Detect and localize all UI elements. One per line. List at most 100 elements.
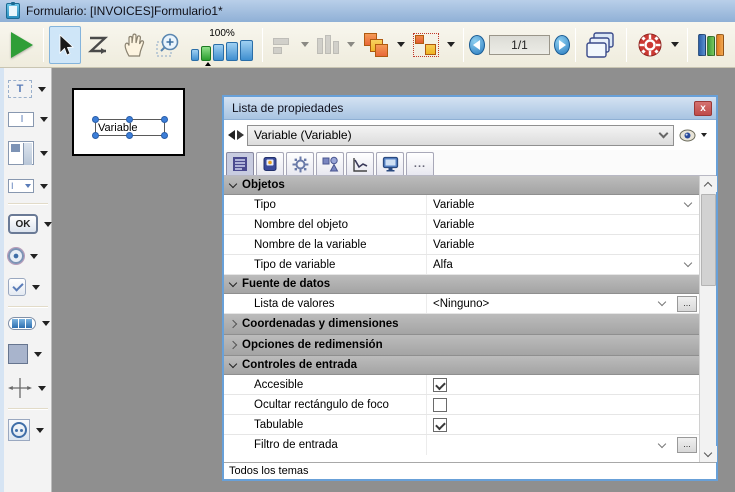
- zoom-bar-400[interactable]: [226, 42, 238, 61]
- object-selector-dropdown[interactable]: Variable (Variable): [247, 125, 674, 146]
- selection-handle-bottom-left[interactable]: [92, 132, 99, 139]
- form-list-button[interactable]: [581, 26, 621, 64]
- tab-book[interactable]: [256, 152, 284, 175]
- view-options-button[interactable]: [677, 129, 712, 142]
- zoom-bar-50[interactable]: [191, 49, 199, 61]
- tab-events[interactable]: [346, 152, 374, 175]
- zoom-bar-200[interactable]: [213, 44, 224, 61]
- tab-display[interactable]: [376, 152, 404, 175]
- listbox-tool-dropdown-arrow[interactable]: [40, 151, 48, 156]
- selection-handle-top-middle[interactable]: [126, 116, 133, 123]
- zoom-bar-100-active[interactable]: [201, 46, 211, 61]
- radio-tool-dropdown-arrow[interactable]: [30, 254, 38, 259]
- splitter-tool-dropdown-arrow[interactable]: [38, 386, 46, 391]
- tab-property-list[interactable]: [226, 152, 254, 175]
- lista-valores-ellipsis-button[interactable]: ...: [677, 296, 697, 312]
- button-tool[interactable]: OK: [8, 214, 52, 234]
- splitter-tool[interactable]: [8, 378, 46, 398]
- property-panel-titlebar[interactable]: Lista de propiedades x: [224, 97, 716, 120]
- input-tool-dropdown-arrow[interactable]: [40, 117, 48, 122]
- text-tool-dropdown-arrow[interactable]: [38, 87, 46, 92]
- nombre-objeto-input[interactable]: Variable: [427, 215, 699, 234]
- selection-handle-top-right[interactable]: [161, 116, 168, 123]
- level-dropdown-arrow[interactable]: [397, 42, 405, 47]
- tab-control-tool[interactable]: [8, 317, 50, 330]
- section-label: Coordenadas y dimensiones: [242, 318, 399, 330]
- scroll-up-button[interactable]: [700, 176, 717, 192]
- execute-form-button[interactable]: [6, 26, 38, 64]
- plugin-area-dropdown-arrow[interactable]: [36, 428, 44, 433]
- next-page-button[interactable]: [554, 35, 570, 55]
- radio-tool[interactable]: [8, 248, 38, 264]
- level-objects-button[interactable]: [358, 26, 394, 64]
- property-label: Tipo: [224, 195, 427, 214]
- gear-icon: [637, 32, 663, 58]
- section-header-controles-entrada[interactable]: Controles de entrada: [224, 356, 699, 375]
- form-editor-window: { "window": { "title": "Formulario: [INV…: [0, 0, 735, 492]
- property-panel-title: Lista de propiedades: [232, 101, 694, 115]
- separator: [8, 306, 48, 307]
- themes-filter-label[interactable]: Todos los temas: [229, 465, 308, 477]
- eye-dropdown-arrow: [701, 133, 707, 137]
- selection-handle-bottom-right[interactable]: [161, 132, 168, 139]
- property-list-scrollbar[interactable]: [699, 176, 716, 462]
- checkbox-tool-dropdown-arrow[interactable]: [32, 285, 40, 290]
- zoom-bar-800[interactable]: [240, 40, 253, 61]
- selection-tool-button[interactable]: [49, 26, 81, 64]
- checkbox-tool[interactable]: [8, 278, 40, 296]
- section-label: Fuente de datos: [242, 278, 330, 290]
- method-dropdown-arrow[interactable]: [671, 42, 679, 47]
- section-header-redimension[interactable]: Opciones de redimensión: [224, 335, 699, 356]
- combobox-tool[interactable]: I: [8, 179, 48, 193]
- tab-shapes[interactable]: [316, 152, 344, 175]
- text-tool[interactable]: T: [8, 80, 46, 98]
- tab-more[interactable]: ...: [406, 152, 434, 175]
- rectangle-tool-dropdown-arrow[interactable]: [34, 352, 42, 357]
- tipo-variable-dropdown[interactable]: Alfa: [427, 255, 699, 274]
- distribute-dropdown-arrow[interactable]: [347, 42, 355, 47]
- rectangle-tool[interactable]: [8, 344, 42, 364]
- previous-object-button[interactable]: [228, 130, 235, 140]
- button-tool-dropdown-arrow[interactable]: [44, 222, 52, 227]
- selection-handle-bottom-middle[interactable]: [126, 132, 133, 139]
- selection-handle-top-left[interactable]: [92, 116, 99, 123]
- close-button[interactable]: x: [694, 101, 712, 116]
- group-objects-button[interactable]: [408, 26, 444, 64]
- static-text-icon: T: [8, 80, 32, 98]
- zoom-tool-button[interactable]: [151, 26, 187, 64]
- tab-settings[interactable]: [286, 152, 314, 175]
- scrollbar-thumb[interactable]: [701, 194, 716, 286]
- next-object-button[interactable]: [237, 130, 244, 140]
- tab-control-dropdown-arrow[interactable]: [42, 321, 50, 326]
- input-tool[interactable]: I: [8, 112, 48, 127]
- lista-valores-dropdown[interactable]: <Ninguno> ...: [427, 294, 699, 313]
- plugin-area-tool[interactable]: [8, 419, 44, 441]
- combobox-tool-dropdown-arrow[interactable]: [40, 184, 48, 189]
- property-label: Tipo de variable: [224, 255, 427, 274]
- ocultar-foco-checkbox[interactable]: [433, 398, 447, 412]
- previous-page-button[interactable]: [469, 35, 485, 55]
- property-row-ocultar-foco: Ocultar rectángulo de foco: [224, 395, 699, 415]
- method-button[interactable]: [632, 26, 668, 64]
- listbox-tool[interactable]: [8, 141, 48, 165]
- align-dropdown-arrow[interactable]: [301, 42, 309, 47]
- section-header-objetos[interactable]: Objetos: [224, 176, 699, 195]
- scrollbar-track[interactable]: [700, 192, 717, 446]
- filtro-entrada-dropdown[interactable]: ...: [427, 435, 699, 455]
- explorer-button[interactable]: [693, 26, 729, 64]
- tabulable-checkbox[interactable]: [433, 418, 447, 432]
- section-header-fuente-de-datos[interactable]: Fuente de datos: [224, 275, 699, 294]
- accesible-checkbox[interactable]: [433, 378, 447, 392]
- entry-order-tool-button[interactable]: [81, 26, 117, 64]
- section-header-coordenadas[interactable]: Coordenadas y dimensiones: [224, 314, 699, 335]
- separator: [262, 28, 263, 62]
- nombre-variable-input[interactable]: Variable: [427, 235, 699, 254]
- entry-order-z-icon: [86, 33, 112, 57]
- move-tool-button[interactable]: [117, 26, 151, 64]
- scroll-down-button[interactable]: [700, 446, 717, 462]
- filtro-entrada-ellipsis-button[interactable]: ...: [677, 437, 697, 453]
- tipo-dropdown[interactable]: Variable: [427, 195, 699, 214]
- property-label: Filtro de entrada: [224, 435, 427, 455]
- group-dropdown-arrow[interactable]: [447, 42, 455, 47]
- main-toolbar: 100%: [0, 22, 735, 68]
